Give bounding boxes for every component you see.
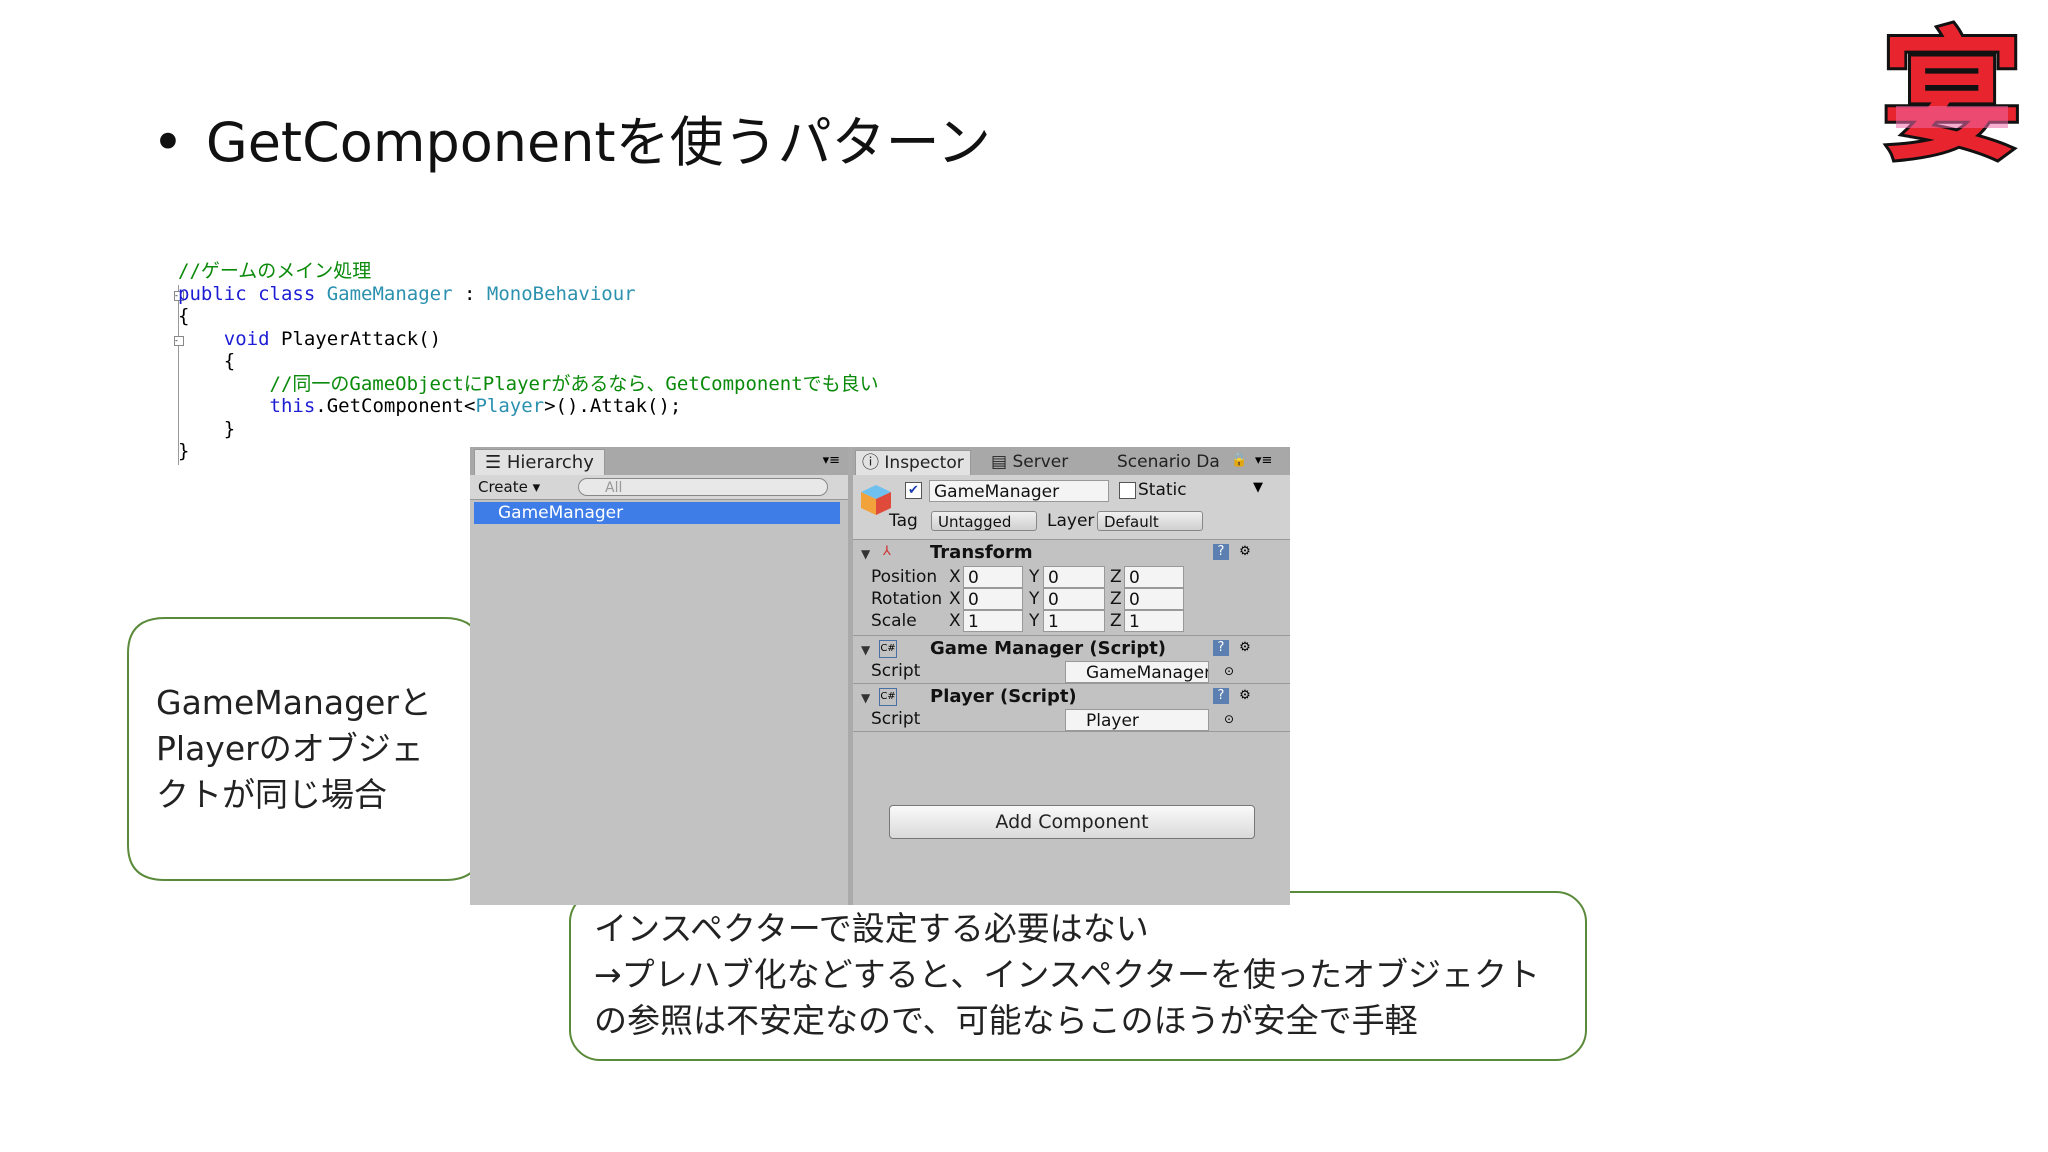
transform-title: Transform (930, 542, 1033, 563)
layer-label: Layer (1047, 511, 1095, 531)
axis-y-label: Y (1029, 567, 1040, 587)
layer-dropdown[interactable]: Default (1097, 511, 1203, 531)
gear-icon[interactable]: ⚙ (1237, 688, 1253, 704)
lock-icon[interactable]: 🔒 (1231, 453, 1247, 468)
transform-row-label: Position (871, 567, 938, 587)
tag-label: Tag (889, 511, 918, 531)
hierarchy-search-input[interactable]: All (578, 478, 828, 496)
script-label: Script (871, 661, 921, 681)
csharp-script-icon: C# (879, 688, 897, 706)
script-component-title: Player (Script) (930, 686, 1077, 707)
transform-row-label: Scale (871, 611, 917, 631)
bottom-callout-line: の参照は不安定なので、可能ならこのほうが安全で手軽 (594, 1001, 1418, 1040)
info-icon: ⓘ (862, 453, 885, 473)
collapse-triangle-icon[interactable]: ▼ (861, 547, 870, 561)
axis-z-label: Z (1110, 611, 1122, 631)
transform-z-field[interactable]: 0 (1124, 588, 1184, 610)
gear-icon[interactable]: ⚙ (1237, 544, 1253, 560)
transform-y-field[interactable]: 0 (1043, 588, 1105, 610)
left-callout-text: GameManagerと Playerのオブジェ クトが同じ場合 (156, 680, 432, 818)
reference-book-icon[interactable]: ? (1213, 544, 1229, 560)
transform-row-label: Rotation (871, 589, 943, 609)
inspector-tab-bar: ⓘ Inspector ▤ Server Scenario Da 🔒 ▾≡ (853, 447, 1290, 476)
axis-x-label: X (949, 589, 961, 609)
unity-editor-panels: ☰ Hierarchy ▾≡ Create ▾ All GameManager … (470, 447, 1290, 905)
tab-hierarchy[interactable]: ☰ Hierarchy (474, 449, 605, 476)
axis-y-label: Y (1029, 589, 1040, 609)
object-picker-icon[interactable]: ⊙ (1221, 663, 1237, 679)
transform-axes-icon: ⅄ (883, 544, 891, 559)
tab-inspector[interactable]: ⓘ Inspector (855, 450, 971, 476)
script-component: ▼ C# Game Manager (Script)? ⚙ Script GameMana… (853, 636, 1290, 684)
static-label: Static (1138, 480, 1187, 500)
tab-scenario[interactable]: Scenario Da (1111, 450, 1223, 475)
axis-x-label: X (949, 611, 961, 631)
csharp-script-icon: C# (879, 640, 897, 658)
active-checkbox[interactable]: ✔ (905, 482, 922, 499)
script-object-field[interactable]: GameManager (1065, 661, 1209, 683)
hierarchy-item-gamemanager[interactable]: GameManager (474, 502, 840, 524)
left-callout-line: Playerのオブジェ (156, 729, 424, 768)
hierarchy-panel: ☰ Hierarchy ▾≡ Create ▾ All GameManager (470, 447, 853, 905)
script-component-title: Game Manager (Script) (930, 638, 1167, 659)
static-checkbox[interactable] (1119, 482, 1136, 499)
transform-row: Rotation X 0 Y 0 Z 0 (853, 588, 1290, 610)
object-name-field[interactable]: GameManager (929, 480, 1109, 502)
transform-header[interactable]: ▼ ⅄ Transform ? ⚙ (853, 540, 1290, 566)
transform-component: ▼ ⅄ Transform ? ⚙ Position X 0 Y 0 Z 0 Rotation… (853, 540, 1290, 636)
transform-y-field[interactable]: 0 (1043, 566, 1105, 588)
server-icon: ▤ (991, 452, 1013, 472)
transform-x-field[interactable]: 0 (963, 588, 1023, 610)
axis-z-label: Z (1110, 589, 1122, 609)
bottom-callout-text: インスペクターで設定する必要はない →プレハブ化などすると、インスペクターを使っ… (594, 906, 1540, 1044)
object-picker-icon[interactable]: ⊙ (1221, 711, 1237, 727)
transform-y-field[interactable]: 1 (1043, 610, 1105, 632)
transform-z-field[interactable]: 1 (1124, 610, 1184, 632)
script-label: Script (871, 709, 921, 729)
add-component-button[interactable]: Add Component (889, 805, 1255, 839)
transform-x-field[interactable]: 1 (963, 610, 1023, 632)
transform-z-field[interactable]: 0 (1124, 566, 1184, 588)
create-button[interactable]: Create ▾ (478, 477, 540, 497)
script-component-header[interactable]: ▼ C# Player (Script)? ⚙ (853, 684, 1290, 710)
tag-dropdown[interactable]: Untagged (931, 511, 1037, 531)
bottom-callout-line: インスペクターで設定する必要はない (594, 909, 1149, 948)
inspector-panel: ⓘ Inspector ▤ Server Scenario Da 🔒 ▾≡ ✔ … (853, 447, 1290, 905)
reference-book-icon[interactable]: ? (1213, 688, 1229, 704)
panel-menu-icon[interactable]: ▾≡ (823, 453, 840, 468)
axis-x-label: X (949, 567, 961, 587)
collapse-triangle-icon[interactable]: ▼ (861, 691, 870, 705)
panel-menu-icon[interactable]: ▾≡ (1255, 453, 1272, 468)
script-object-field[interactable]: Player (1065, 709, 1209, 731)
reference-book-icon[interactable]: ? (1213, 640, 1229, 656)
left-callout-line: クトが同じ場合 (156, 775, 387, 814)
gear-icon[interactable]: ⚙ (1237, 640, 1253, 656)
list-icon: ☰ (485, 452, 507, 473)
tab-server[interactable]: ▤ Server (985, 450, 1074, 475)
script-component-header[interactable]: ▼ C# Game Manager (Script)? ⚙ (853, 636, 1290, 662)
axis-z-label: Z (1110, 567, 1122, 587)
collapse-triangle-icon[interactable]: ▼ (861, 643, 870, 657)
object-header: ✔ GameManager Static ▼ Tag Untagged Laye… (853, 475, 1290, 540)
transform-row: Scale X 1 Y 1 Z 1 (853, 610, 1290, 632)
transform-row: Position X 0 Y 0 Z 0 (853, 566, 1290, 588)
gameobject-cube-icon (861, 485, 891, 515)
transform-x-field[interactable]: 0 (963, 566, 1023, 588)
left-callout-line: GameManagerと (156, 683, 432, 722)
hierarchy-toolbar: Create ▾ All (470, 475, 848, 500)
static-dropdown-arrow-icon[interactable]: ▼ (1253, 480, 1263, 495)
bottom-callout-line: →プレハブ化などすると、インスペクターを使ったオブジェクト (594, 955, 1541, 994)
script-component: ▼ C# Player (Script)? ⚙ Script Player ⊙ (853, 684, 1290, 732)
axis-y-label: Y (1029, 611, 1040, 631)
